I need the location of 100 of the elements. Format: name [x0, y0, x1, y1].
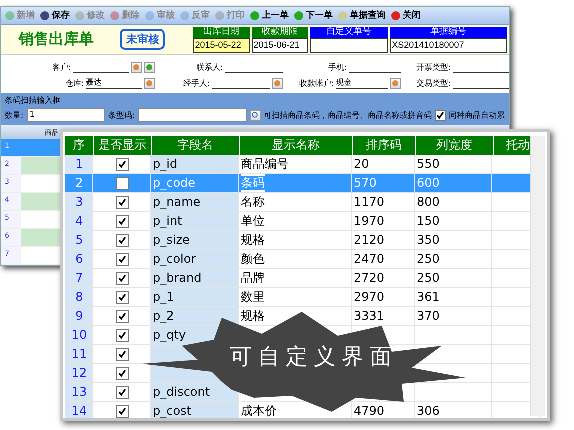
- field-label: 联系人:: [196, 62, 223, 72]
- header-label: 出库日期: [193, 26, 250, 38]
- toolbar-icon: [110, 10, 120, 21]
- header-field[interactable]: 2015-06-21: [252, 38, 308, 53]
- row-number: 8: [65, 288, 93, 307]
- column-header: 排序码: [352, 136, 416, 155]
- field-label: 手机:: [328, 62, 347, 72]
- table-cell: 306: [415, 402, 492, 418]
- table-cell: p_discont: [151, 383, 239, 402]
- header-field[interactable]: 2015-05-22: [193, 38, 250, 53]
- column-header: 显示名称: [240, 136, 352, 155]
- table-cell: p_code: [151, 174, 239, 193]
- row-number: 2: [65, 174, 93, 193]
- field-label: 数量:: [5, 110, 24, 120]
- table-cell: 品牌: [239, 269, 352, 288]
- lookup-button[interactable]: [390, 78, 401, 88]
- toolbar-icon: [338, 10, 348, 21]
- row-number: 12: [65, 364, 93, 383]
- input-field[interactable]: 聂达: [86, 77, 142, 89]
- toolbar-button[interactable]: 关闭: [390, 9, 422, 22]
- lookup-button[interactable]: [131, 62, 142, 72]
- table-cell: 150: [415, 212, 492, 231]
- table-cell: 570: [352, 174, 415, 193]
- toolbar-icon: [294, 10, 304, 21]
- toolbar-icon: [75, 10, 85, 21]
- row-number: 6: [65, 250, 93, 269]
- checkbox[interactable]: [116, 158, 129, 170]
- table-cell: p_cost: [151, 402, 239, 418]
- column-header: 序: [65, 136, 93, 155]
- checkbox[interactable]: [116, 404, 129, 418]
- table-cell: 名称: [239, 193, 352, 212]
- toolbar-icon: [40, 10, 50, 21]
- checkbox[interactable]: [435, 110, 446, 120]
- quantity-field[interactable]: 1: [26, 108, 106, 122]
- table-cell: 1970: [352, 212, 415, 231]
- table-cell: 2470: [352, 250, 415, 269]
- row-number: 14: [65, 402, 93, 418]
- toolbar-button[interactable]: 下一单: [293, 9, 334, 22]
- checkbox[interactable]: [116, 366, 129, 380]
- header-field[interactable]: [310, 38, 388, 53]
- search-button[interactable]: [250, 110, 261, 120]
- lookup-button[interactable]: [272, 78, 283, 88]
- table-cell: 4790: [352, 402, 415, 418]
- table-cell: 2120: [352, 231, 415, 250]
- checkbox[interactable]: [116, 252, 129, 266]
- toolbar-icon: [250, 10, 260, 21]
- row-number: 9: [65, 307, 93, 326]
- form-title: 销售出库单: [19, 30, 95, 50]
- lookup-button[interactable]: [144, 62, 155, 72]
- checkbox[interactable]: [116, 386, 129, 398]
- table-cell: 250: [415, 269, 492, 288]
- table-cell: 3331: [352, 307, 415, 326]
- row-number: 7: [65, 269, 93, 288]
- table-cell: 数里: [239, 288, 352, 307]
- table-cell: 单位: [239, 212, 352, 231]
- table-cell: 2970: [352, 288, 415, 307]
- scrollbar[interactable]: [530, 136, 545, 416]
- status-stamp: 未审核: [120, 29, 166, 50]
- row-number: 11: [65, 345, 93, 364]
- checkbox[interactable]: [116, 234, 129, 246]
- table-cell: 2720: [352, 269, 415, 288]
- field-label: 经手人:: [183, 78, 210, 88]
- table-cell: p_id: [151, 155, 239, 174]
- toolbar-button[interactable]: 保存: [39, 9, 71, 22]
- checkbox[interactable]: [116, 348, 129, 360]
- checkbox[interactable]: [116, 310, 129, 322]
- field-label: 交易类型:: [416, 78, 451, 88]
- header-label: 单据编号: [390, 26, 508, 38]
- table-cell: 600: [415, 174, 492, 193]
- checkbox[interactable]: [116, 176, 129, 190]
- column-header: 是否显示: [94, 136, 152, 155]
- table-cell: 800: [415, 193, 492, 212]
- table-cell: 550: [415, 155, 492, 174]
- table-cell: 350: [415, 231, 492, 250]
- checkbox[interactable]: [116, 272, 129, 284]
- toolbar-icon: [145, 10, 155, 21]
- barcode-field[interactable]: [138, 108, 248, 122]
- toolbar-button[interactable]: 单据查询: [337, 9, 387, 22]
- table-cell: p_color: [151, 250, 239, 269]
- header-label: 自定义单号: [310, 26, 388, 38]
- field-label: 收款帐户:: [299, 78, 334, 88]
- header-label: 收款期限: [252, 26, 308, 38]
- checkbox-label: 同种商品自动累: [449, 110, 505, 120]
- toolbar-button[interactable]: 上一单: [249, 9, 290, 22]
- hint-text: 可扫描商品条码，商品编号、商品名称或拼音码: [264, 110, 432, 120]
- header-field[interactable]: XS201410180007: [390, 38, 508, 53]
- table-cell: p_brand: [151, 269, 239, 288]
- checkbox[interactable]: [116, 290, 129, 304]
- column-header: 列宽度: [416, 136, 493, 155]
- checkbox[interactable]: [116, 196, 129, 208]
- input-field[interactable]: 现金: [336, 77, 388, 89]
- row-number: 5: [65, 231, 93, 250]
- panel-title: 条码扫描输入框: [5, 95, 62, 106]
- lookup-button[interactable]: [144, 78, 155, 88]
- table-cell: p_2: [151, 307, 239, 326]
- table-cell: 370: [415, 307, 492, 326]
- checkbox[interactable]: [116, 328, 129, 342]
- row-number: 3: [65, 193, 93, 212]
- toolbar-icon: [215, 10, 225, 21]
- checkbox[interactable]: [116, 214, 129, 228]
